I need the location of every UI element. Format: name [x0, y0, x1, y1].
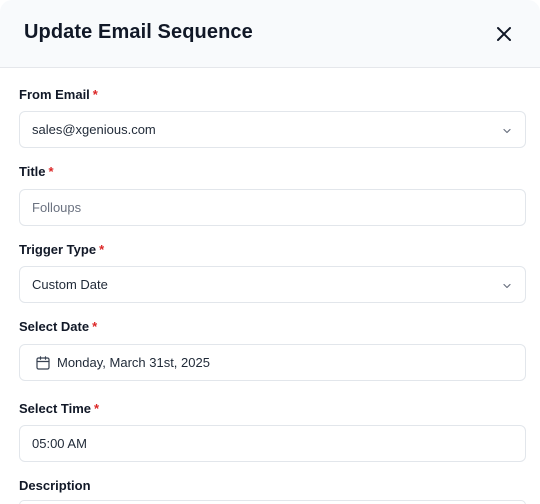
close-icon	[497, 27, 511, 41]
select-date-label: Select Date *	[19, 319, 98, 334]
from-email-label: From Email *	[19, 87, 98, 102]
modal-header: Update Email Sequence	[0, 0, 540, 68]
title-label: Title *	[19, 164, 54, 179]
calendar-icon	[36, 356, 50, 370]
select-time-value: 05:00 AM	[32, 436, 87, 451]
required-mark: *	[92, 319, 98, 334]
from-email-value: sales@xgenious.com	[32, 122, 156, 137]
required-mark: *	[92, 87, 98, 102]
chevron-down-icon	[503, 283, 511, 289]
close-button[interactable]	[490, 20, 518, 48]
modal-title: Update Email Sequence	[24, 21, 253, 43]
from-email-select[interactable]: sales@xgenious.com	[19, 111, 526, 148]
title-value: Folloups	[32, 200, 82, 215]
select-date-value: Monday, March 31st, 2025	[57, 355, 210, 370]
trigger-type-select[interactable]: Custom Date	[19, 266, 526, 303]
select-time-input[interactable]: 05:00 AM	[19, 425, 526, 462]
date-picker-button[interactable]: Monday, March 31st, 2025	[19, 344, 526, 381]
required-mark: *	[94, 401, 100, 416]
chevron-down-icon	[503, 128, 511, 134]
select-time-label: Select Time *	[19, 401, 100, 416]
trigger-type-label: Trigger Type *	[19, 242, 105, 257]
required-mark: *	[48, 164, 54, 179]
description-label: Description	[19, 478, 91, 493]
trigger-type-value: Custom Date	[32, 277, 108, 292]
required-mark: *	[99, 242, 105, 257]
title-input[interactable]: Folloups	[19, 189, 526, 226]
description-textarea[interactable]	[19, 500, 526, 504]
update-email-sequence-modal: Update Email Sequence From Email * sales@…	[0, 0, 540, 504]
